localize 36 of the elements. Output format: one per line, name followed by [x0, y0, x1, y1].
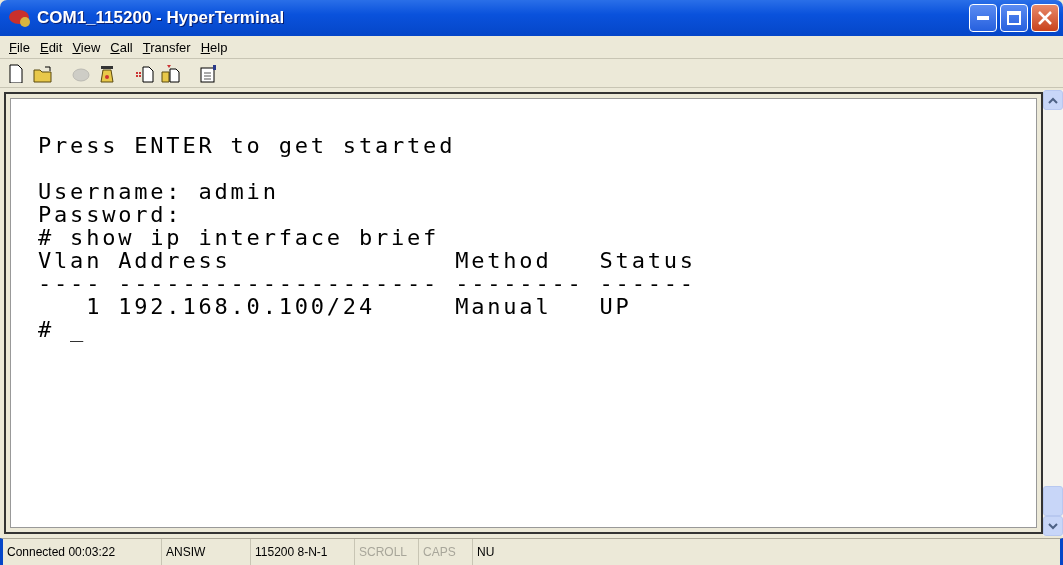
terminal-line: 1 192.168.0.100/24 Manual UP: [85, 295, 633, 318]
terminal-line: Password:: [38, 203, 184, 226]
scroll-thumb[interactable]: [1043, 486, 1063, 516]
close-button[interactable]: [1031, 4, 1059, 32]
maximize-icon: [1007, 11, 1021, 25]
scroll-down-button[interactable]: [1043, 516, 1063, 536]
menu-item[interactable]: Call: [105, 39, 138, 55]
maximize-button[interactable]: [1000, 4, 1028, 32]
status-text: CAPS: [419, 539, 473, 565]
properties-icon: [198, 63, 218, 83]
terminal-line: # _: [38, 318, 88, 341]
receive-file-icon: [160, 63, 180, 83]
minimize-button[interactable]: [969, 4, 997, 32]
menu-item[interactable]: View: [67, 39, 106, 55]
terminal-screen[interactable]: Press ENTER to get started Username: admin Password: # show ip interface brief Vlan Address Method Status ---- -------------------- -------- ------ 1 192.168.0.100/24 Manual UP # _: [4, 92, 1043, 534]
status-text: SCROLL: [355, 539, 419, 565]
status-text: ANSIW: [162, 539, 251, 565]
terminal-line: ---- -------------------- -------- ------: [38, 272, 697, 295]
menu-item[interactable]: Edit: [34, 39, 68, 55]
new-document-icon: [6, 63, 26, 83]
terminal-line: Vlan Address Method Status: [38, 249, 697, 272]
send-file-icon: [134, 63, 154, 83]
menu-item[interactable]: Transfer: [137, 39, 196, 55]
minimize-icon: [977, 16, 989, 20]
menu-item[interactable]: File: [4, 39, 35, 55]
terminal-line: # show ip interface brief: [38, 226, 441, 249]
close-icon: [1038, 11, 1052, 25]
folder-icon: [32, 63, 52, 83]
terminal-line: Press ENTER to get started: [38, 134, 457, 157]
terminal-line: Username: admin: [38, 180, 280, 203]
status-text: Connected 00:03:22: [3, 539, 162, 565]
status-text: NU: [476, 544, 496, 561]
window-title: COM1_115200 - HyperTerminal: [37, 8, 286, 28]
status-text: 115200 8-N-1: [251, 539, 355, 565]
menu-item[interactable]: Help: [195, 39, 233, 55]
scroll-up-button[interactable]: [1043, 90, 1063, 110]
